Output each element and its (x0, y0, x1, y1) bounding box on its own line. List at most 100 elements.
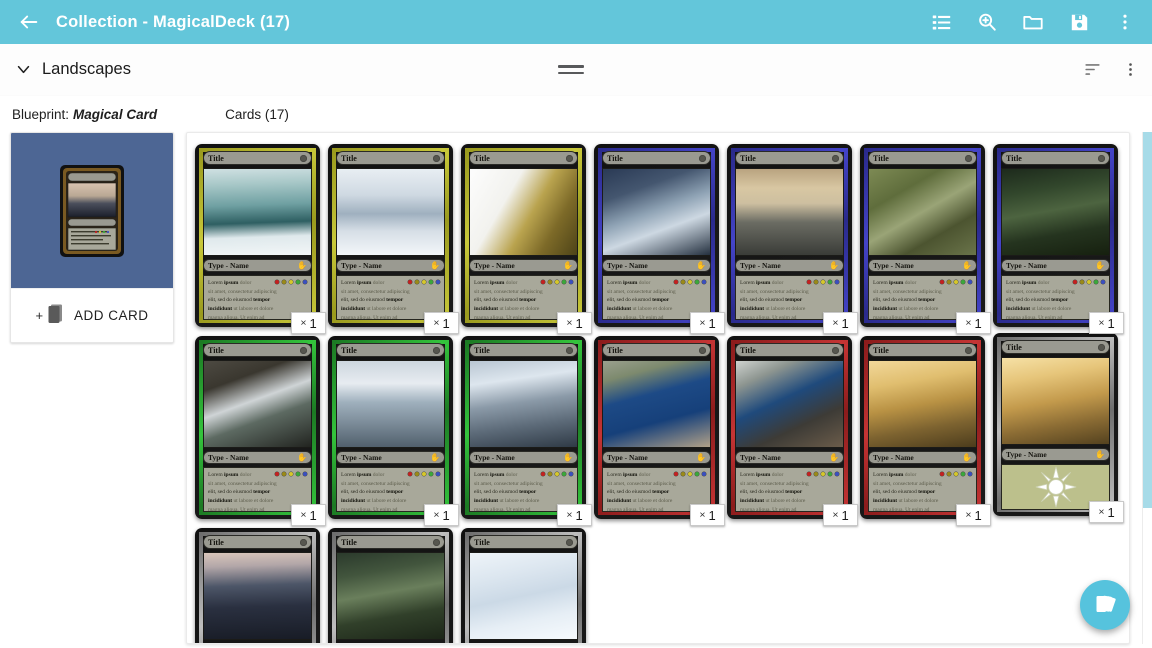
color-dot (415, 472, 419, 476)
card-type-line: Type - Name (341, 453, 382, 462)
collection-card[interactable]: TitleType - Name✋Lorem ipsum dolorsit am… (195, 528, 320, 644)
collection-card[interactable]: TitleType - Name✋Lorem ipsum dolorsit am… (993, 144, 1118, 327)
count-value: 1 (1107, 315, 1115, 331)
add-card-button[interactable]: + ADD CARD (11, 288, 173, 342)
card-count-badge[interactable]: × 1 (1089, 501, 1124, 523)
collection-card[interactable]: TitleType - Name✋Lorem ipsum dolorsit am… (860, 336, 985, 519)
sort-icon[interactable] (1080, 58, 1104, 82)
card-artwork (203, 360, 312, 448)
color-dot (968, 280, 972, 284)
card-title-bar: Title (203, 343, 312, 357)
color-dot (940, 472, 944, 476)
mana-cost-icon (965, 346, 972, 354)
card-count-badge[interactable]: × 1 (823, 504, 858, 526)
count-multiplier: × (832, 317, 839, 329)
page-title: Collection - MagicalDeck (17) (56, 12, 291, 31)
card-count-badge[interactable]: × 1 (291, 504, 326, 526)
card-count-badge[interactable]: × 1 (823, 312, 858, 334)
collection-card[interactable]: TitleType - Name✋Lorem ipsum dolorsit am… (461, 528, 586, 643)
collection-card[interactable]: TitleType - Name✋Lorem ipsum dolorsit am… (195, 336, 320, 519)
card-body-line: elit, sed do eiusmod tempor (607, 489, 670, 496)
card-type-bar: Type - Name✋ (735, 451, 844, 464)
card-count-badge[interactable]: × 1 (1089, 312, 1124, 334)
card-count-badge[interactable]: × 1 (424, 312, 459, 334)
card-title: Title (607, 153, 623, 163)
set-symbol-icon: ✋ (563, 260, 573, 270)
card-body-line: elit, sed do eiusmod tempor (474, 489, 537, 496)
collection-card[interactable]: TitleType - Name✋Lorem ipsum dolorsit am… (727, 144, 852, 327)
collection-card[interactable]: TitleType - Name✋Lorem ipsum dolorsit am… (461, 144, 586, 327)
blueprint-preview[interactable] (11, 133, 173, 288)
card-body-line: elit, sed do eiusmod tempor (740, 297, 803, 304)
card-count-badge[interactable]: × 1 (557, 504, 592, 526)
card-slot: TitleType - Name✋Lorem ipsum dolorsit am… (590, 336, 725, 528)
card-inner: TitleType - Name✋Lorem ipsum dolorsit am… (469, 535, 578, 643)
arrow-back-icon[interactable] (14, 7, 44, 37)
card-artwork (602, 360, 711, 448)
card-count-badge[interactable]: × 1 (424, 504, 459, 526)
vertical-scrollbar-track[interactable] (1142, 132, 1152, 644)
collection-card[interactable]: TitleType - Name✋Lorem ipsum dolorsit am… (328, 528, 453, 643)
color-dot (702, 472, 706, 476)
card-type-line: Type - Name (474, 453, 515, 462)
chevron-down-icon[interactable] (12, 59, 34, 81)
count-value: 1 (974, 507, 982, 523)
card-title-bar: Title (469, 535, 578, 549)
card-color-dots (541, 280, 573, 284)
count-value: 1 (575, 315, 583, 331)
card-title-bar: Title (735, 151, 844, 165)
collection-card[interactable]: TitleType - Name✋Lorem ipsum dolorsit am… (594, 144, 719, 327)
card-count-badge[interactable]: × 1 (956, 312, 991, 334)
color-dot (1080, 280, 1084, 284)
deck-cards-fab[interactable] (1080, 580, 1130, 630)
overflow-menu-icon[interactable] (1112, 9, 1138, 35)
collection-card[interactable]: TitleType - Name✋Lorem ipsum dolorsit am… (727, 336, 852, 519)
folder-icon[interactable] (1020, 9, 1046, 35)
card-body-line: elit, sed do eiusmod tempor (1006, 297, 1069, 304)
mana-cost-icon (300, 346, 307, 354)
card-color-dots (275, 472, 307, 476)
card-artwork (1001, 168, 1110, 256)
collection-card[interactable]: Title Type - Name ✋ (993, 333, 1118, 516)
card-color-dots (940, 472, 972, 476)
color-dot (275, 280, 279, 284)
count-value: 1 (708, 507, 716, 523)
color-dot (681, 280, 685, 284)
list-view-icon[interactable] (928, 9, 954, 35)
card-body-line: sit amet, consectetur adipiscing (474, 480, 543, 487)
card-title: Title (208, 537, 224, 547)
card-type-line: Type - Name (607, 453, 648, 462)
card-type-line: Type - Name (607, 261, 648, 270)
set-symbol-icon: ✋ (563, 452, 573, 462)
vertical-scrollbar-thumb[interactable] (1143, 132, 1152, 508)
card-count-badge[interactable]: × 1 (690, 312, 725, 334)
card-title: Title (208, 153, 224, 163)
drag-handle-icon[interactable] (558, 63, 584, 77)
card-count-badge[interactable]: × 1 (690, 504, 725, 526)
mana-cost-icon (566, 346, 573, 354)
mana-cost-icon (433, 538, 440, 546)
search-icon[interactable] (974, 9, 1000, 35)
collection-card[interactable]: TitleType - Name✋Lorem ipsum dolorsit am… (195, 144, 320, 327)
card-count-badge[interactable]: × 1 (557, 312, 592, 334)
overflow-menu-icon[interactable] (1118, 58, 1142, 82)
collection-card[interactable]: TitleType - Name✋Lorem ipsum dolorsit am… (860, 144, 985, 327)
card-type-bar: Type - Name✋ (203, 643, 312, 644)
save-icon[interactable] (1066, 9, 1092, 35)
card-count-badge[interactable]: × 1 (956, 504, 991, 526)
color-dot (569, 472, 573, 476)
card-artwork (203, 168, 312, 256)
count-value: 1 (309, 507, 317, 523)
color-dot (429, 472, 433, 476)
mana-cost-icon (832, 346, 839, 354)
count-value: 1 (442, 507, 450, 523)
collection-card[interactable]: TitleType - Name✋Lorem ipsum dolorsit am… (328, 336, 453, 519)
collection-card[interactable]: TitleType - Name✋Lorem ipsum dolorsit am… (328, 144, 453, 327)
card-count-badge[interactable]: × 1 (291, 312, 326, 334)
card-title: Title (341, 345, 357, 355)
set-symbol-icon: ✋ (829, 452, 839, 462)
collection-card[interactable]: TitleType - Name✋Lorem ipsum dolorsit am… (461, 336, 586, 519)
color-dot (562, 472, 566, 476)
collection-card[interactable]: TitleType - Name✋Lorem ipsum dolorsit am… (594, 336, 719, 519)
color-dot (807, 280, 811, 284)
